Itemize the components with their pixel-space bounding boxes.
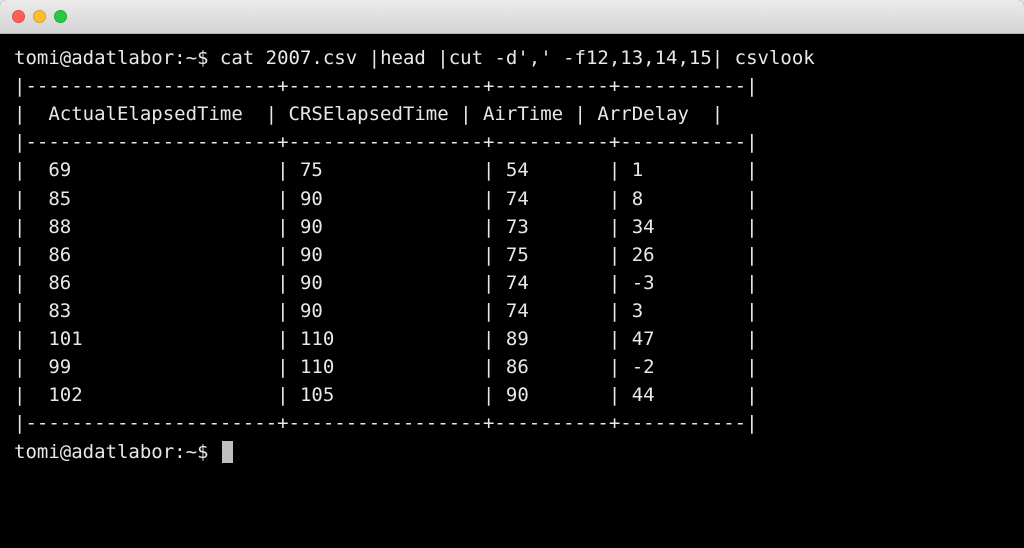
terminal-body[interactable]: tomi@adatlabor:~$ cat 2007.csv |head |cu… [0,34,1024,548]
table-separator: |----------------------+----------------… [14,131,758,153]
prompt: tomi@adatlabor:~$ [14,441,208,463]
table-row: | 69 | 75 | 54 | 1 | [14,159,758,181]
terminal-window: tomi@adatlabor:~$ cat 2007.csv |head |cu… [0,0,1024,548]
table-row: | 86 | 90 | 74 | -3 | [14,272,758,294]
table-row: | 83 | 90 | 74 | 3 | [14,300,758,322]
command: cat 2007.csv |head |cut -d',' -f12,13,14… [220,47,815,69]
table-row: | 102 | 105 | 90 | 44 | [14,384,758,406]
titlebar [0,0,1024,34]
table-separator: |----------------------+----------------… [14,412,758,434]
table-row: | 86 | 90 | 75 | 26 | [14,244,758,266]
prompt: tomi@adatlabor:~$ [14,47,208,69]
minimize-icon[interactable] [33,10,46,23]
table-row: | 99 | 110 | 86 | -2 | [14,356,758,378]
close-icon[interactable] [12,10,25,23]
cursor-icon [222,441,233,463]
table-row: | 101 | 110 | 89 | 47 | [14,328,758,350]
table-row: | 85 | 90 | 74 | 8 | [14,188,758,210]
table-separator: |----------------------+----------------… [14,75,758,97]
table-header: | ActualElapsedTime | CRSElapsedTime | A… [14,103,723,125]
table-row: | 88 | 90 | 73 | 34 | [14,216,758,238]
maximize-icon[interactable] [54,10,67,23]
